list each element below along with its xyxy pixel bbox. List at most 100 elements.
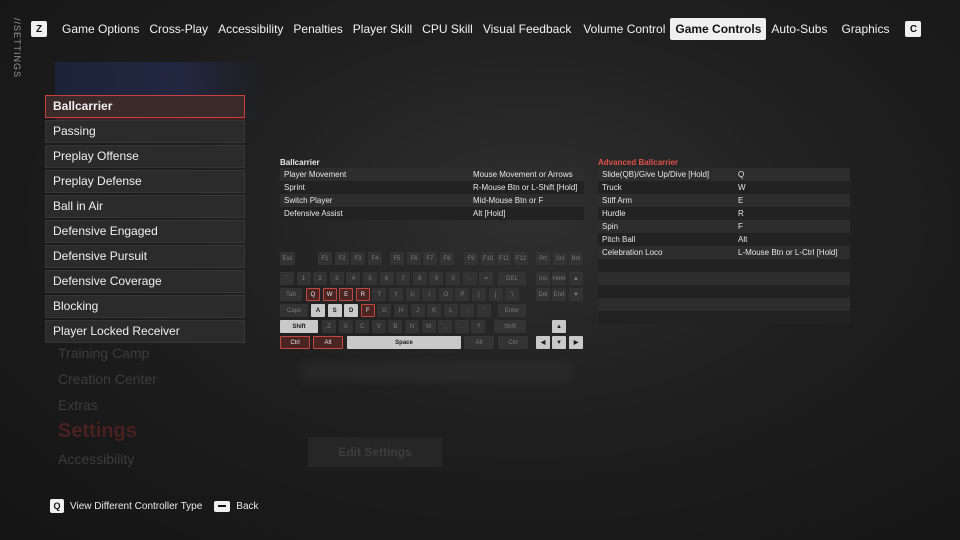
bindings-panel: Ballcarrier Player Movement Mouse Moveme… [280, 157, 584, 220]
key-5: 5 [363, 272, 377, 285]
category-ballcarrier[interactable]: Ballcarrier [45, 95, 245, 118]
tab-visual-feedback[interactable]: Visual Feedback [478, 18, 577, 40]
key-f: F [360, 304, 375, 317]
background-menu-item: Accessibility [58, 451, 135, 467]
advanced-binding-action: Spin [602, 222, 619, 231]
advanced-binding-row: Truck W [598, 181, 850, 194]
key-d: D [344, 304, 359, 317]
key-m: M [421, 320, 436, 333]
advanced-binding-row: Slide(QB)/Give Up/Dive [Hold] Q [598, 168, 850, 181]
advanced-binding-row: Spin F [598, 220, 850, 233]
back-key-icon[interactable] [214, 500, 231, 512]
key-: ▼ [569, 288, 583, 301]
key-w: W [322, 288, 337, 301]
key-k: K [427, 304, 442, 317]
key-f5: F5 [390, 252, 404, 265]
binding-action: Sprint [284, 183, 305, 192]
key-g: G [377, 304, 392, 317]
binding-key: R-Mouse Btn or L-Shift [Hold] [473, 183, 578, 192]
key-f2: F2 [335, 252, 349, 265]
key-u: U [405, 288, 420, 301]
key-f9: F9 [464, 252, 478, 265]
binding-action: Defensive Assist [284, 209, 343, 218]
tab-accessibility[interactable]: Accessibility [213, 18, 288, 40]
key-alt: Alt [313, 336, 343, 349]
advanced-binding-action: Hurdle [602, 209, 626, 218]
category-defensive-coverage[interactable]: Defensive Coverage [45, 270, 245, 293]
advanced-binding-key: L-Mouse Btn or L-Ctrl [Hold] [738, 248, 838, 257]
next-tab-key[interactable]: C [905, 21, 922, 37]
category-player-locked-receiver[interactable]: Player Locked Receiver [45, 320, 245, 343]
key-: ▶ [569, 336, 583, 349]
tab-auto-subs[interactable]: Auto-Subs [766, 18, 832, 40]
key-4: 4 [346, 272, 361, 285]
advanced-binding-action: Slide(QB)/Give Up/Dive [Hold] [602, 170, 710, 179]
key-: [ [472, 288, 486, 301]
controller-type-label[interactable]: View Different Controller Type [70, 501, 202, 512]
key-: ◀ [536, 336, 550, 349]
category-passing[interactable]: Passing [45, 120, 245, 143]
key-2: 2 [313, 272, 328, 285]
key-f11: F11 [497, 252, 511, 265]
key-b: B [388, 320, 403, 333]
key-1: 1 [296, 272, 311, 285]
key-x: X [338, 320, 353, 333]
top-nav: Z Game Options Cross-Play Accessibility … [31, 18, 922, 40]
category-preplay-offense[interactable]: Preplay Offense [45, 145, 245, 168]
key-prt: Prt [536, 252, 550, 265]
key-hom: Hom [552, 272, 566, 285]
tab-game-controls[interactable]: Game Controls [670, 18, 767, 40]
tab-cross-play[interactable]: Cross-Play [144, 18, 213, 40]
category-defensive-pursuit[interactable]: Defensive Pursuit [45, 245, 245, 268]
tab-graphics[interactable]: Graphics [836, 18, 894, 40]
advanced-binding-row [598, 259, 850, 272]
prev-tab-key[interactable]: Z [31, 21, 47, 37]
tab-volume-control[interactable]: Volume Control [578, 18, 670, 40]
binding-key: Mid-Mouse Btn or F [473, 196, 544, 205]
key-o: O [438, 288, 453, 301]
category-preplay-defense[interactable]: Preplay Defense [45, 170, 245, 193]
category-ball-in-air[interactable]: Ball in Air [45, 195, 245, 218]
key-s: S [327, 304, 342, 317]
background-edit-settings-button: Edit Settings [308, 437, 442, 467]
key-: ` [280, 272, 294, 285]
key-3: 3 [329, 272, 344, 285]
key-f8: F8 [440, 252, 454, 265]
tab-penalties[interactable]: Penalties [288, 18, 347, 40]
key-n: N [405, 320, 419, 333]
background-menu: Training Camp Creation Center Extras Set… [58, 344, 157, 476]
key-: ] [488, 288, 503, 301]
tab-game-options[interactable]: Game Options [57, 18, 144, 40]
footer-hints: Q View Different Controller Type Back [50, 499, 259, 513]
binding-action: Player Movement [284, 170, 347, 179]
category-blocking[interactable]: Blocking [45, 295, 245, 318]
key-: = [479, 272, 494, 285]
key-6: 6 [379, 272, 394, 285]
key-enter: Enter [498, 304, 526, 317]
key-caps: Caps [280, 304, 308, 317]
advanced-binding-action [598, 298, 738, 311]
advanced-binding-key: Q [738, 170, 745, 179]
controller-type-key[interactable]: Q [50, 499, 64, 513]
key-tab: Tab [280, 288, 302, 301]
key-: - [462, 272, 477, 285]
back-label[interactable]: Back [236, 501, 258, 512]
control-category-list: Ballcarrier Passing Preplay Offense Prep… [45, 95, 245, 345]
key-p: P [455, 288, 470, 301]
advanced-binding-row [598, 285, 850, 298]
tab-cpu-skill[interactable]: CPU Skill [417, 18, 478, 40]
advanced-binding-action: Stiff Arm [602, 196, 633, 205]
key-c: C [355, 320, 370, 333]
advanced-bindings-title: Advanced Ballcarrier [598, 158, 679, 167]
key-alt: Alt [464, 336, 494, 349]
key-: ; [460, 304, 475, 317]
advanced-binding-action: Pitch Ball [602, 235, 636, 244]
background-menu-item-active: Settings [58, 420, 137, 442]
background-blur [300, 362, 570, 382]
key-f1: F1 [318, 252, 332, 265]
binding-key: Mouse Movement or Arrows [473, 170, 573, 179]
category-defensive-engaged[interactable]: Defensive Engaged [45, 220, 245, 243]
key-: , [438, 320, 453, 333]
tab-player-skill[interactable]: Player Skill [348, 18, 417, 40]
advanced-binding-action: Truck [602, 183, 622, 192]
